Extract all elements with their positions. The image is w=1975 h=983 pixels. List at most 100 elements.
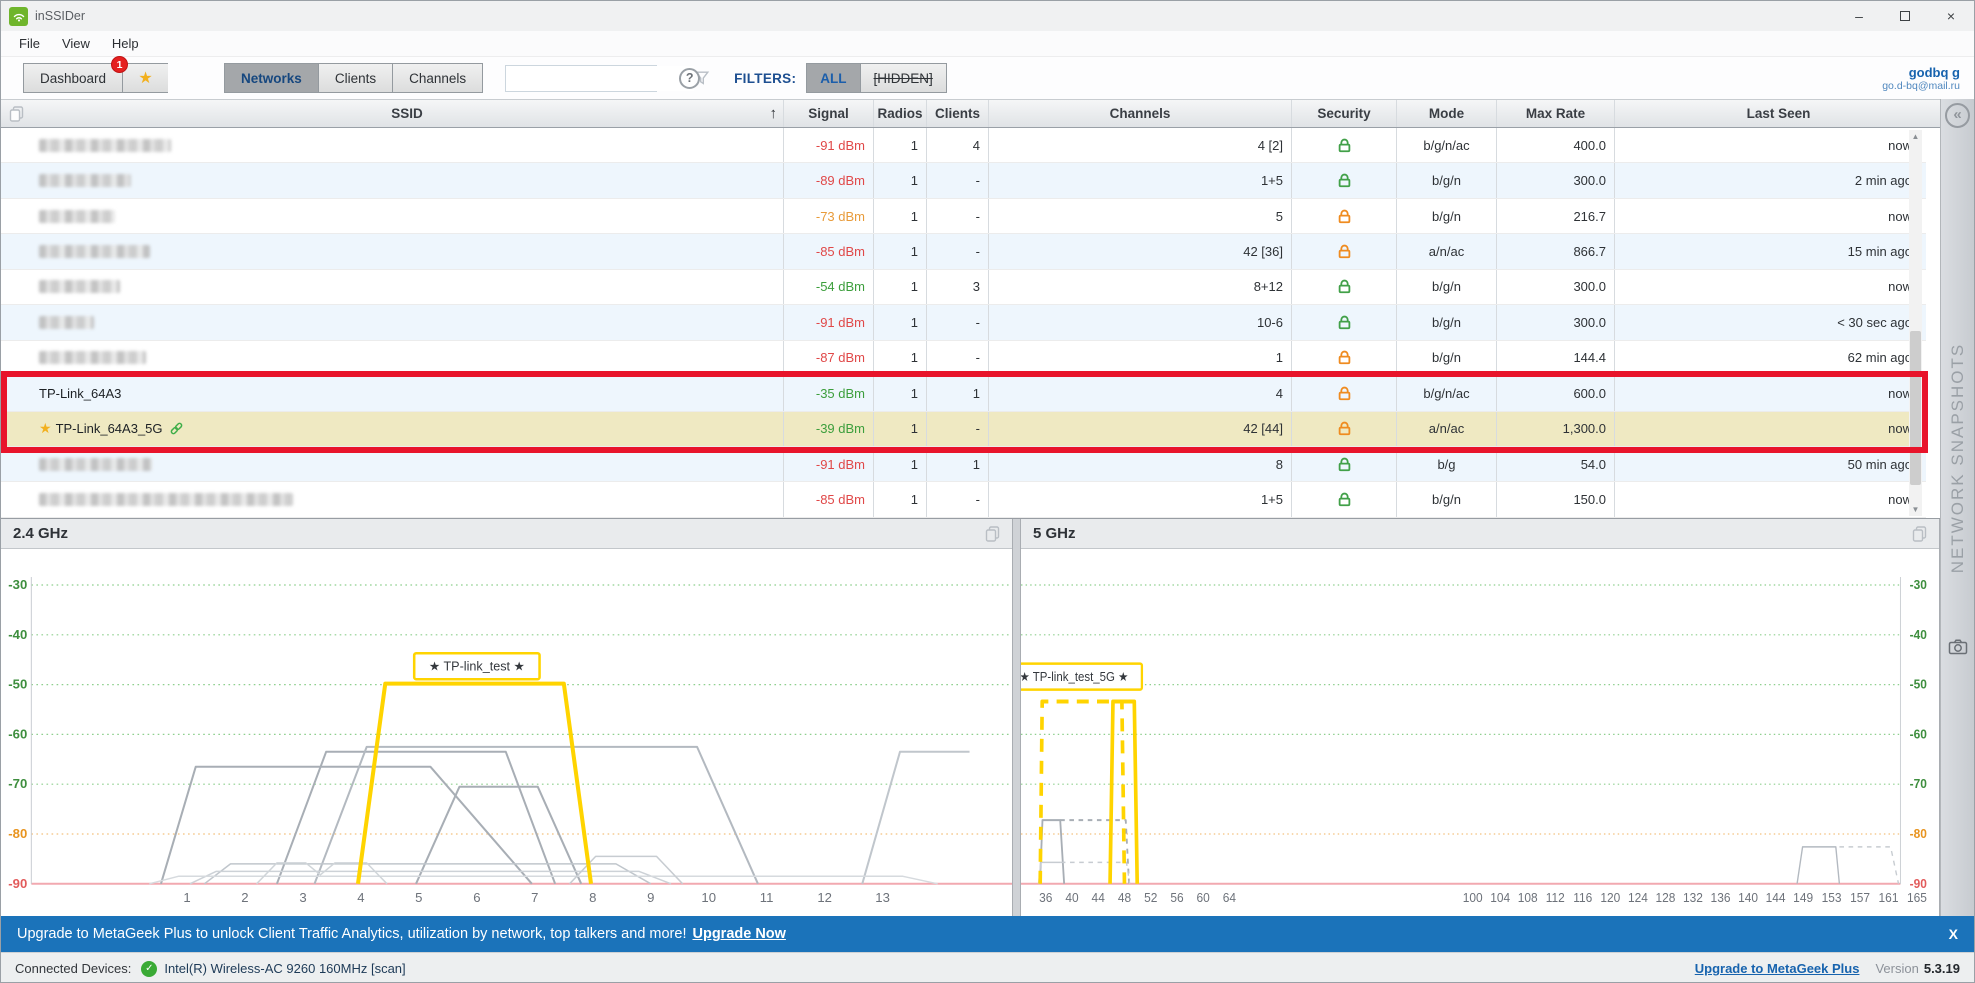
scroll-up-icon[interactable]: ▲: [1909, 130, 1922, 143]
redacted-ssid: [39, 139, 171, 152]
channels-cell: 5: [988, 199, 1291, 233]
user-account[interactable]: godbq g go.d-bq@mail.ru: [1882, 65, 1960, 92]
camera-icon: [1948, 638, 1968, 661]
filter-hidden-button[interactable]: [HIDDEN]: [860, 63, 947, 93]
column-header-security[interactable]: Security: [1291, 100, 1396, 127]
svg-text:-80: -80: [8, 826, 27, 841]
column-header-mode[interactable]: Mode: [1396, 100, 1496, 127]
table-row[interactable]: -91 dBm 1 1 8 b/g 54.0 50 min ago: [1, 447, 1926, 482]
menu-file[interactable]: File: [11, 34, 48, 53]
scroll-down-icon[interactable]: ▼: [1909, 503, 1922, 516]
close-button[interactable]: ×: [1928, 1, 1974, 31]
svg-text:12: 12: [817, 890, 832, 905]
channels-cell: 1+5: [988, 163, 1291, 197]
filter-all-button[interactable]: ALL: [806, 63, 859, 93]
svg-text:-30: -30: [8, 577, 27, 592]
mode-cell: b/g/n/ac: [1396, 128, 1496, 162]
upgrade-metageek-link[interactable]: Upgrade to MetaGeek Plus: [1695, 961, 1860, 976]
svg-text:★ TP-link_test_5G ★: ★ TP-link_test_5G ★: [1021, 670, 1128, 685]
svg-text:13: 13: [875, 890, 890, 905]
tab-channels[interactable]: Channels: [392, 63, 483, 93]
mode-cell: b/g/n: [1396, 482, 1496, 516]
signal-cell: -91 dBm: [783, 447, 873, 481]
chart-5ghz-plot: -30-40-50-60-70-80-903640444852566064100…: [1021, 549, 1939, 917]
clients-cell: -: [926, 341, 988, 375]
svg-text:128: 128: [1655, 891, 1675, 906]
upgrade-now-link[interactable]: Upgrade Now: [692, 926, 785, 942]
tab-clients[interactable]: Clients: [318, 63, 392, 93]
copy-table-icon[interactable]: [1, 100, 31, 127]
svg-text:48: 48: [1118, 891, 1131, 906]
expand-panel-icon[interactable]: «: [1945, 103, 1970, 128]
mode-cell: b/g/n: [1396, 163, 1496, 197]
maxrate-cell: 300.0: [1496, 163, 1614, 197]
favorites-star-button[interactable]: ★: [122, 63, 168, 93]
mode-cell: b/g/n: [1396, 341, 1496, 375]
svg-text:36: 36: [1039, 891, 1052, 906]
svg-text:52: 52: [1144, 891, 1157, 906]
copy-chart-icon[interactable]: [1912, 526, 1927, 542]
clients-cell: 4: [926, 128, 988, 162]
network-snapshots-panel[interactable]: « NETWORK SNAPSHOTS: [1940, 99, 1974, 916]
device-name[interactable]: Intel(R) Wireless-AC 9260 160MHz [scan]: [164, 961, 405, 976]
redacted-ssid: [39, 280, 120, 293]
channels-cell: 1: [988, 341, 1291, 375]
search-input[interactable]: [506, 66, 694, 91]
table-scrollbar[interactable]: ▲ ▼: [1909, 130, 1922, 516]
lastseen-cell: now: [1614, 128, 1926, 162]
table-row[interactable]: -91 dBm 1 4 4 [2] b/g/n/ac 400.0 now: [1, 128, 1926, 163]
chart-5ghz-header: 5 GHz: [1021, 519, 1939, 549]
svg-text:112: 112: [1546, 891, 1565, 906]
lastseen-cell: now: [1614, 199, 1926, 233]
help-icon[interactable]: ?: [679, 68, 700, 89]
radios-cell: 1: [873, 412, 926, 446]
svg-text:-70: -70: [1910, 777, 1927, 792]
table-row[interactable]: ★TP-Link_64A3_5G -39 dBm 1 - 42 [44] a/n…: [1, 412, 1926, 447]
svg-text:40: 40: [1065, 891, 1078, 906]
column-header-signal[interactable]: Signal: [783, 100, 873, 127]
table-row[interactable]: -89 dBm 1 - 1+5 b/g/n 300.0 2 min ago: [1, 163, 1926, 198]
security-cell: [1291, 412, 1396, 446]
signal-cell: -35 dBm: [783, 376, 873, 410]
radios-cell: 1: [873, 163, 926, 197]
menu-view[interactable]: View: [54, 34, 98, 53]
banner-close-button[interactable]: X: [1949, 926, 1958, 942]
table-row[interactable]: -87 dBm 1 - 1 b/g/n 144.4 62 min ago: [1, 341, 1926, 376]
column-header-radios[interactable]: Radios: [873, 100, 926, 127]
channels-cell: 4: [988, 376, 1291, 410]
column-header-ssid[interactable]: SSID ↑: [31, 100, 783, 127]
column-header-lastseen[interactable]: Last Seen: [1614, 100, 1942, 127]
clients-cell: -: [926, 305, 988, 339]
chart-5ghz: 5 GHz -30-40-50-60-70-80-903640444852566…: [1020, 519, 1940, 917]
sort-ascending-icon[interactable]: ↑: [770, 105, 778, 122]
tab-networks[interactable]: Networks: [224, 63, 318, 93]
minimize-button[interactable]: –: [1836, 1, 1882, 31]
table-row[interactable]: -54 dBm 1 3 8+12 b/g/n 300.0 now: [1, 270, 1926, 305]
channels-cell: 42 [44]: [988, 412, 1291, 446]
clients-cell: -: [926, 163, 988, 197]
scrollbar-thumb[interactable]: [1910, 331, 1921, 485]
table-row[interactable]: -85 dBm 1 - 1+5 b/g/n 150.0 now: [1, 482, 1926, 517]
chart-2-4ghz-plot: -30-40-50-60-70-80-9012345678910111213★ …: [1, 549, 1012, 917]
table-row[interactable]: TP-Link_64A3 -35 dBm 1 1 4 b/g/n/ac 600.…: [1, 376, 1926, 411]
menu-help[interactable]: Help: [104, 34, 147, 53]
dashboard-button[interactable]: Dashboard: [23, 63, 122, 93]
table-row[interactable]: -85 dBm 1 - 42 [36] a/n/ac 866.7 15 min …: [1, 234, 1926, 269]
column-header-channels[interactable]: Channels: [988, 100, 1291, 127]
svg-text:124: 124: [1628, 891, 1648, 906]
column-header-maxrate[interactable]: Max Rate: [1496, 100, 1614, 127]
copy-chart-icon[interactable]: [985, 526, 1000, 542]
mode-cell: b/g/n: [1396, 199, 1496, 233]
radios-cell: 1: [873, 128, 926, 162]
maximize-button[interactable]: [1882, 1, 1928, 31]
ssid-cell: [31, 199, 783, 233]
lastseen-cell: now: [1614, 412, 1926, 446]
table-row[interactable]: -73 dBm 1 - 5 b/g/n 216.7 now: [1, 199, 1926, 234]
table-row[interactable]: -91 dBm 1 - 10-6 b/g/n 300.0 < 30 sec ag…: [1, 305, 1926, 340]
column-header-clients[interactable]: Clients: [926, 100, 988, 127]
maxrate-cell: 216.7: [1496, 199, 1614, 233]
svg-text:-80: -80: [1910, 827, 1927, 842]
clients-cell: 1: [926, 447, 988, 481]
svg-text:8: 8: [589, 890, 596, 905]
svg-text:4: 4: [357, 890, 364, 905]
